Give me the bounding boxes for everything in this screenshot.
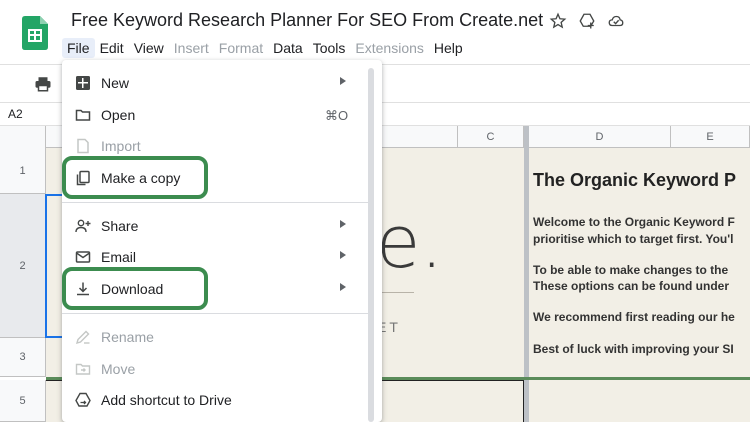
menu-file[interactable]: File <box>62 38 95 58</box>
menu-separator <box>62 202 368 203</box>
sheet-heading: The Organic Keyword P <box>533 170 737 190</box>
menu-item-add-shortcut-to-drive[interactable]: Add shortcut to Drive <box>62 385 368 415</box>
rename-icon <box>75 330 90 345</box>
column-header-d[interactable]: D <box>529 126 671 148</box>
menu-view[interactable]: View <box>129 38 169 58</box>
row-header-3[interactable]: 3 <box>0 338 46 377</box>
menu-item-new[interactable]: New <box>62 68 368 98</box>
intro-line-5: We recommend first reading our he <box>533 310 735 324</box>
share-person-icon <box>75 219 91 233</box>
row-header-5[interactable]: 5 <box>0 380 46 422</box>
menu-edit[interactable]: Edit <box>95 38 129 58</box>
new-sheet-icon <box>76 76 90 90</box>
menu-item-add-shortcut-label: Add shortcut to Drive <box>101 392 232 408</box>
menu-item-open-shortcut: ⌘O <box>325 108 349 123</box>
import-file-icon <box>77 138 89 154</box>
menu-bar: File Edit View Insert Format Data Tools … <box>62 38 468 58</box>
menu-item-open-label: Open <box>101 107 136 123</box>
corner-cell[interactable] <box>0 126 46 148</box>
menu-help[interactable]: Help <box>429 38 468 58</box>
intro-line-2: prioritise which to target first. You'l <box>533 232 734 246</box>
submenu-arrow-icon <box>340 77 346 85</box>
sheets-logo-icon[interactable] <box>22 16 48 50</box>
intro-line-6: Best of luck with improving your SI <box>533 342 734 356</box>
menu-separator <box>62 313 368 314</box>
file-menu-dropdown: New Open ⌘O Import Make a copy Share Ema… <box>62 60 382 422</box>
name-box[interactable]: A2 <box>8 107 23 121</box>
document-title[interactable]: Free Keyword Research Planner For SEO Fr… <box>71 10 543 31</box>
intro-line-3: To be able to make changes to the <box>533 263 729 277</box>
email-icon <box>75 251 91 263</box>
row-header-1[interactable]: 1 <box>0 148 46 194</box>
menu-item-rename-label: Rename <box>101 329 154 345</box>
drive-shortcut-icon <box>75 392 91 407</box>
menu-item-email-label: Email <box>101 249 137 265</box>
cell-row-5-right[interactable] <box>529 380 750 422</box>
add-to-drive-icon[interactable] <box>578 12 596 30</box>
column-header-c[interactable]: C <box>458 126 524 148</box>
menu-scrollbar[interactable] <box>368 68 374 422</box>
menu-extensions[interactable]: Extensions <box>350 38 428 58</box>
folder-icon <box>75 109 91 121</box>
menu-item-open[interactable]: Open ⌘O <box>62 100 368 130</box>
menu-format[interactable]: Format <box>214 38 268 58</box>
intro-line-1: Welcome to the Organic Keyword F <box>533 215 735 229</box>
app-header: Free Keyword Research Planner For SEO Fr… <box>0 0 750 64</box>
menu-item-import-label: Import <box>101 138 141 154</box>
menu-item-share-label: Share <box>101 218 139 234</box>
download-highlight <box>62 267 208 310</box>
submenu-arrow-icon <box>340 220 346 228</box>
menu-item-move[interactable]: Move <box>62 354 368 384</box>
brand-logo-text: e. <box>376 200 444 284</box>
menu-data[interactable]: Data <box>268 38 308 58</box>
submenu-arrow-icon <box>340 251 346 259</box>
move-icon <box>75 363 91 375</box>
menu-insert[interactable]: Insert <box>169 38 214 58</box>
intro-line-4: These options can be found under <box>533 279 730 293</box>
menu-tools[interactable]: Tools <box>308 38 351 58</box>
cloud-status-icon[interactable] <box>607 12 625 30</box>
star-icon[interactable] <box>549 12 567 30</box>
menu-item-new-label: New <box>101 75 130 91</box>
print-icon[interactable] <box>34 75 52 93</box>
submenu-arrow-icon <box>340 283 346 291</box>
make-a-copy-highlight <box>62 156 208 199</box>
menu-item-move-label: Move <box>101 361 136 377</box>
row-header-2[interactable]: 2 <box>0 194 46 338</box>
menu-item-rename[interactable]: Rename <box>62 322 368 352</box>
menu-item-share[interactable]: Share <box>62 211 368 241</box>
column-header-e[interactable]: E <box>671 126 750 148</box>
